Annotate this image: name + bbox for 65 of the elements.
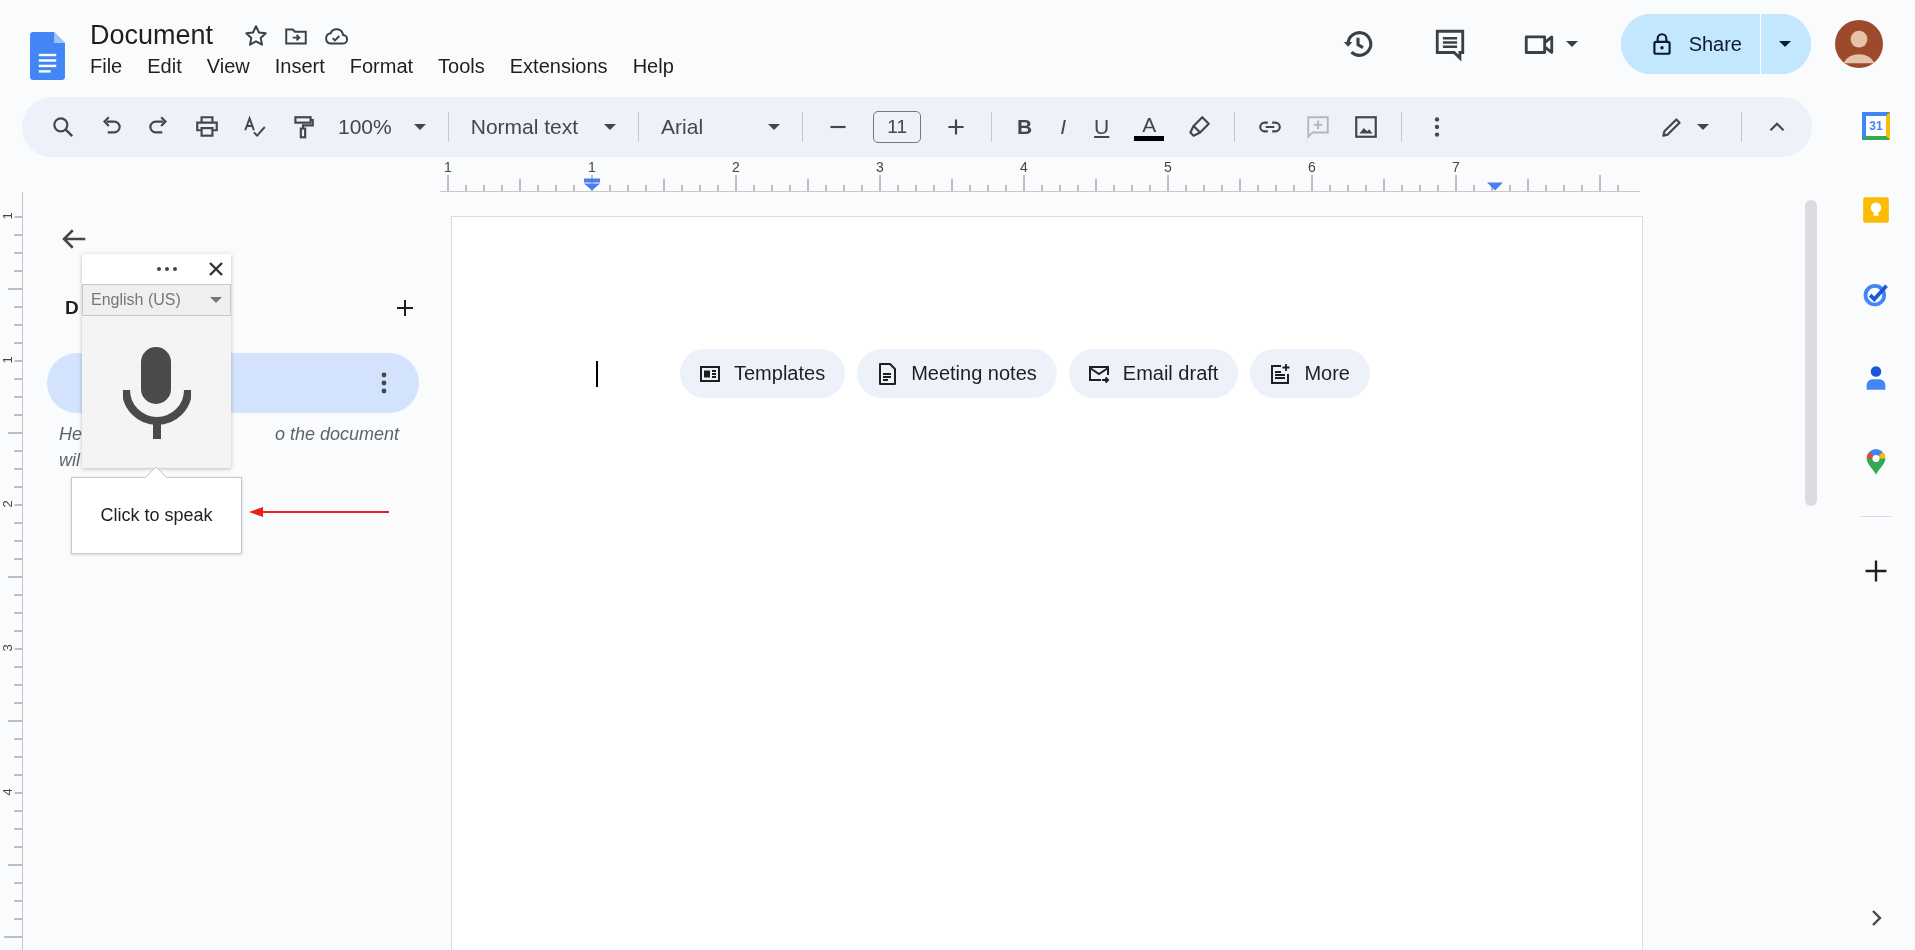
bold-button[interactable]: B: [1014, 115, 1036, 139]
tooltip-text: Click to speak: [100, 505, 213, 526]
font-size-field[interactable]: 11: [873, 111, 922, 143]
spellcheck-icon[interactable]: [242, 114, 268, 140]
caret-icon[interactable]: [768, 124, 781, 130]
ruler-number: 6: [1308, 159, 1316, 175]
ruler-number: 1: [0, 356, 15, 364]
image-icon[interactable]: [1353, 114, 1380, 140]
ruler-number: 4: [1020, 159, 1028, 175]
hint-text: o the document: [274, 424, 399, 445]
microphone-icon[interactable]: [122, 347, 191, 439]
add-note-icon[interactable]: [1268, 361, 1293, 386]
menu-item[interactable]: Edit: [147, 55, 182, 78]
menu-item[interactable]: Format: [349, 55, 414, 78]
docs-logo-icon[interactable]: [30, 32, 65, 80]
caret-icon[interactable]: [1697, 124, 1709, 130]
ruler-number: 2: [732, 159, 740, 175]
template-chip[interactable]: Meeting notes: [857, 349, 1057, 398]
panel-heading: D: [65, 297, 79, 319]
document-page[interactable]: Templates Meeting notes Email draft More: [451, 216, 1643, 950]
menu-item[interactable]: Insert: [274, 55, 325, 78]
calendar-app-icon[interactable]: 31: [1862, 112, 1890, 140]
template-chip[interactable]: Email draft: [1068, 349, 1239, 398]
share-button[interactable]: Share: [1620, 14, 1761, 74]
close-icon[interactable]: [209, 262, 223, 276]
text-cursor: [596, 360, 598, 387]
star-icon[interactable]: [243, 22, 270, 49]
print-icon[interactable]: [194, 114, 220, 140]
ruler-number: 1: [0, 212, 15, 220]
avatar[interactable]: [1835, 20, 1883, 68]
caret-icon[interactable]: [1779, 41, 1791, 47]
ruler-number: 5: [1164, 159, 1172, 175]
menu-item[interactable]: Help: [632, 55, 674, 78]
zoom-dropdown[interactable]: 100%: [338, 115, 426, 139]
ruler-number: 3: [0, 644, 15, 652]
scrollbar[interactable]: [1805, 200, 1817, 506]
ruler-number: 7: [1452, 159, 1460, 175]
menu-item[interactable]: View: [206, 55, 250, 78]
more-options-icon[interactable]: [381, 372, 387, 394]
hint-text: He: [59, 424, 82, 445]
left-indent-marker[interactable]: [584, 178, 600, 191]
template-chip[interactable]: More: [1250, 349, 1370, 398]
paragraph-style-dropdown[interactable]: Normal text: [470, 115, 617, 139]
search-icon[interactable]: [50, 114, 76, 140]
language-dropdown[interactable]: English (US): [82, 284, 231, 316]
text-color-button[interactable]: A: [1134, 113, 1165, 141]
caret-icon[interactable]: [413, 124, 426, 130]
underline-button[interactable]: U: [1091, 115, 1113, 139]
highlighter-icon[interactable]: [1186, 114, 1213, 140]
italic-button[interactable]: I: [1057, 115, 1070, 139]
menu-item[interactable]: File: [90, 55, 123, 78]
caret-icon[interactable]: [1565, 41, 1578, 47]
ruler-number: 3: [876, 159, 884, 175]
menu-item[interactable]: Extensions: [509, 55, 608, 78]
ruler-number: 4: [0, 788, 15, 796]
template-chip[interactable]: Templates: [680, 349, 846, 398]
menu-item[interactable]: Tools: [438, 55, 485, 78]
ruler-number: 1: [444, 159, 452, 175]
font-dropdown[interactable]: Arial: [661, 115, 781, 139]
ruler-number: 2: [0, 500, 15, 508]
drag-handle-icon[interactable]: [157, 267, 177, 271]
hint-text: wil: [59, 450, 80, 470]
document-title[interactable]: Document: [90, 20, 214, 51]
caret-icon[interactable]: [604, 124, 617, 130]
ruler-number: 1: [588, 159, 596, 175]
